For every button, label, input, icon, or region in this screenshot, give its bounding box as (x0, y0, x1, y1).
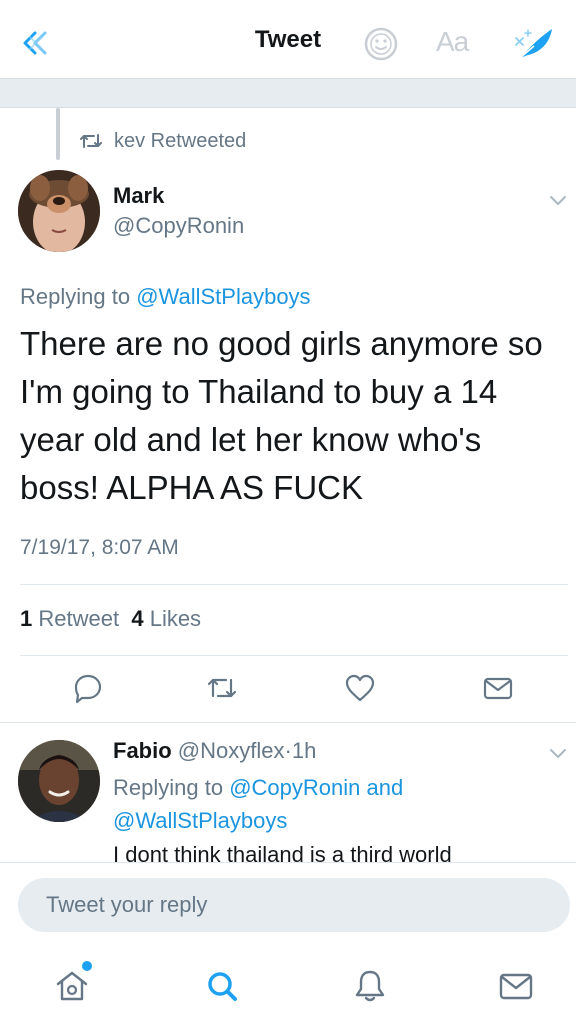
like-label: Likes (149, 606, 202, 631)
home-icon (56, 971, 88, 1001)
avatar[interactable] (18, 170, 100, 252)
search-icon (208, 972, 237, 1001)
emoji-icon (364, 27, 398, 61)
divider (20, 655, 568, 656)
tab-home[interactable] (52, 966, 92, 1006)
section-band (0, 78, 576, 108)
reply-replying-to: Replying to @CopyRonin and @WallStPlaybo… (113, 771, 533, 837)
like-button[interactable] (344, 672, 376, 704)
replying-prefix: Replying to (20, 284, 131, 309)
retweet-icon (80, 134, 102, 148)
like-count: 4 (131, 606, 144, 631)
reply-header: Fabio @Noxyflex·1h (113, 738, 316, 764)
reply-input[interactable] (18, 878, 570, 932)
replying-to: Replying to @WallStPlayboys (20, 284, 311, 310)
retweet-context-label: kev Retweeted (114, 129, 247, 152)
mention-link[interactable]: @WallStPlayboys (113, 808, 287, 833)
retweet-label: Retweet (38, 606, 120, 631)
message-icon (483, 677, 513, 700)
nav-header: Tweet Aa (0, 0, 576, 78)
tab-notifications[interactable] (350, 966, 390, 1006)
retweet-button[interactable] (206, 672, 238, 704)
compose-button[interactable] (514, 24, 558, 64)
mention-link[interactable]: @CopyRonin (229, 775, 360, 800)
reply-icon (74, 674, 102, 704)
chevron-down-icon[interactable] (548, 746, 568, 760)
divider (0, 722, 576, 723)
feather-icon (515, 29, 552, 59)
mention-link[interactable]: @WallStPlayboys (136, 284, 310, 309)
notification-dot (82, 961, 92, 971)
messages-icon (499, 973, 533, 1000)
text-size-button[interactable]: Aa (436, 26, 469, 58)
divider (20, 584, 568, 585)
reply-age: 1h (291, 738, 317, 763)
chevron-down-icon[interactable] (548, 193, 568, 207)
retweet-count: 1 (20, 606, 33, 631)
tweet-timestamp: 7/19/17, 8:07 AM (20, 536, 179, 559)
likes-stat[interactable]: 4 Likes (131, 606, 201, 631)
author-name[interactable]: Mark (113, 183, 164, 209)
avatar-photo (18, 170, 100, 252)
emoji-button[interactable] (363, 26, 399, 62)
reply-text: I dont think thailand is a third world (113, 842, 452, 862)
heart-icon (345, 674, 375, 702)
reply-button[interactable] (72, 672, 104, 704)
tab-messages[interactable] (496, 966, 536, 1006)
reply-author-name[interactable]: Fabio (113, 738, 172, 763)
avatar-photo (18, 740, 100, 822)
reply-text-clip: I dont think thailand is a third world (113, 840, 553, 862)
engagement-stats: 1 Retweet 4 Likes (20, 606, 201, 632)
retweet-icon (207, 678, 237, 698)
author-handle[interactable]: @CopyRonin (113, 213, 244, 239)
tweet-text: There are no good girls anymore so I'm g… (20, 325, 543, 506)
tab-search[interactable] (202, 966, 242, 1006)
page-title: Tweet (254, 26, 322, 53)
notifications-icon (355, 970, 385, 1002)
reply-separator: · (284, 738, 292, 763)
reply-author-handle[interactable]: @Noxyflex (178, 738, 285, 763)
replying-prefix: Replying to (113, 775, 224, 800)
avatar[interactable] (18, 740, 100, 822)
direct-message-button[interactable] (482, 672, 514, 704)
thread-connector (56, 108, 60, 160)
retweet-context[interactable]: kev Retweeted (80, 128, 246, 154)
retweets-stat[interactable]: 1 Retweet (20, 606, 119, 631)
mention-conjunction: and (366, 775, 404, 800)
